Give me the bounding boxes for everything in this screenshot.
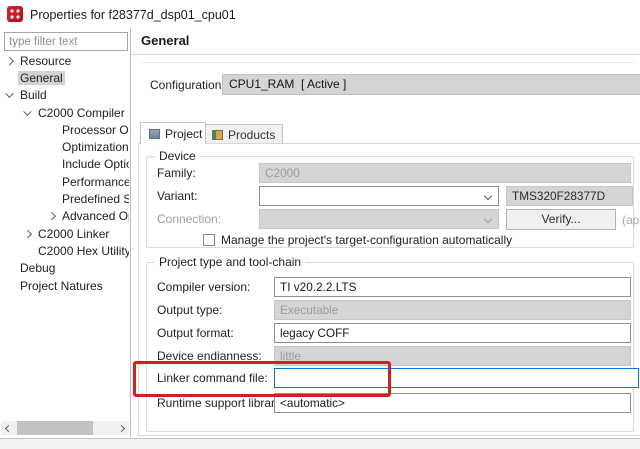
chevron-placeholder	[46, 124, 60, 136]
output-type-field: Executable	[274, 300, 631, 320]
sidebar-item-label: C2000 Compiler	[38, 105, 125, 120]
header-separator	[131, 54, 640, 55]
filter-input[interactable]	[4, 32, 128, 51]
sidebar-item-include-options[interactable]: Include Options	[0, 156, 129, 173]
sidebar-item-label: Include Options	[62, 157, 129, 172]
scrollbar-thumb[interactable]	[17, 421, 93, 435]
properties-tree: Resource General Build C2000 Compiler Proces…	[0, 52, 129, 418]
chevron-right-icon[interactable]	[22, 228, 36, 240]
sidebar-item-label: General	[18, 70, 65, 85]
sidebar-item-label: Processor Option	[62, 122, 129, 137]
manage-target-config-checkbox[interactable]	[203, 234, 215, 246]
family-label: Family:	[157, 166, 196, 180]
verify-button[interactable]: Verify...	[506, 209, 616, 230]
chevron-placeholder	[46, 193, 60, 205]
compiler-version-field[interactable]: TI v20.2.2.LTS	[274, 277, 631, 297]
sidebar-item-project-natures[interactable]: Project Natures	[0, 277, 129, 294]
chevron-right-icon[interactable]	[46, 210, 60, 222]
sidebar-item-label: Resource	[20, 53, 72, 68]
toolchain-group: Project type and tool-chain Compiler ver…	[146, 255, 639, 432]
chevron-placeholder	[22, 245, 36, 257]
sidebar-item-debug[interactable]: Debug	[0, 260, 129, 277]
sidebar-item-advanced-option[interactable]: Advanced Option	[0, 208, 129, 225]
tab-products-label: Products	[228, 127, 276, 142]
tab-products[interactable]: Products	[204, 124, 283, 144]
chevron-placeholder	[46, 158, 60, 170]
red-highlight-annotation	[133, 361, 391, 397]
sidebar-item-resource[interactable]: Resource	[0, 52, 129, 69]
sidebar-item-processor-option[interactable]: Processor Option	[0, 121, 129, 138]
chevron-down-icon[interactable]	[4, 89, 18, 101]
sidebar-item-performance-advi[interactable]: Performance Advi	[0, 173, 129, 190]
properties-dialog: Properties for f28377d_dsp01_cpu01 Resou…	[0, 0, 640, 449]
panel-divider[interactable]	[130, 28, 131, 438]
compiler-version-label: Compiler version:	[157, 280, 251, 294]
scroll-left-icon[interactable]	[1, 421, 14, 435]
sidebar-item-build[interactable]: Build	[0, 87, 129, 104]
sidebar-item-label: Performance Advi	[62, 174, 129, 189]
sidebar-item-general[interactable]: General	[0, 69, 129, 86]
tab-project-label: Project	[165, 126, 203, 141]
sidebar-item-label: Advanced Option	[62, 209, 129, 224]
configuration-label: Configuration:	[150, 78, 225, 92]
sidebar-item-label: C2000 Hex Utility [D	[38, 243, 129, 258]
chevron-placeholder	[46, 176, 60, 188]
sidebar-item-label: Debug	[20, 261, 56, 276]
bottom-strip	[0, 439, 640, 449]
sidebar-item-predefined-symbo[interactable]: Predefined Symbo	[0, 190, 129, 207]
device-group: Device Family: C2000 Variant: <select or…	[146, 149, 640, 248]
output-type-label: Output type:	[157, 303, 223, 317]
chevron-placeholder	[46, 141, 60, 153]
chevron-down-icon	[483, 214, 493, 224]
chevron-placeholder	[4, 280, 18, 292]
manage-checkbox-label: Manage the project's target-configuratio…	[221, 233, 513, 247]
output-format-field[interactable]: legacy COFF	[274, 323, 631, 343]
sidebar-item-label: Project Natures	[20, 278, 103, 293]
variant-part-field: TMS320F28377D	[506, 186, 633, 206]
sidebar-item-label: Predefined Symbo	[62, 192, 129, 207]
page-title: General	[141, 33, 190, 48]
sidebar-item-c2000-linker[interactable]: C2000 Linker	[0, 225, 129, 242]
variant-combo[interactable]: <select or type filter text>	[259, 186, 499, 206]
sidebar-item-label: Optimization	[62, 140, 129, 155]
scroll-right-icon[interactable]	[116, 421, 129, 435]
device-group-title: Device	[155, 149, 200, 163]
tree-horizontal-scrollbar[interactable]	[1, 421, 129, 435]
ccs-cube-logo-icon	[7, 6, 23, 22]
applies-note: (applies t	[622, 213, 640, 227]
family-field: C2000	[259, 163, 631, 183]
window-title: Properties for f28377d_dsp01_cpu01	[30, 8, 236, 22]
chevron-placeholder	[4, 262, 18, 274]
project-tab-icon	[149, 128, 160, 139]
toolchain-group-title: Project type and tool-chain	[155, 255, 306, 269]
sidebar-item-c2000-hex-utility-d[interactable]: C2000 Hex Utility [D	[0, 242, 129, 259]
sidebar-item-label: C2000 Linker	[38, 226, 110, 241]
chevron-down-icon[interactable]	[483, 191, 493, 201]
tab-project[interactable]: Project	[140, 122, 206, 144]
sidebar-item-optimization[interactable]: Optimization	[0, 138, 129, 155]
chevron-right-icon[interactable]	[4, 55, 18, 67]
output-format-label: Output format:	[157, 326, 234, 340]
chevron-down-icon[interactable]	[22, 107, 36, 119]
products-tab-icon	[212, 129, 223, 140]
connection-label: Connection:	[157, 212, 222, 226]
configuration-combo[interactable]: CPU1_RAM [ Active ]	[222, 74, 640, 95]
sidebar-item-label: Build	[20, 88, 47, 103]
sidebar-item-c2000-compiler[interactable]: C2000 Compiler	[0, 104, 129, 121]
runtime-support-library-label: Runtime support library:	[157, 396, 285, 410]
chevron-placeholder	[4, 72, 18, 84]
connection-combo: Texas Instruments XDS100v3 USB Debug Pro…	[259, 209, 499, 229]
variant-label: Variant:	[157, 189, 198, 203]
content-top-border	[139, 62, 636, 63]
